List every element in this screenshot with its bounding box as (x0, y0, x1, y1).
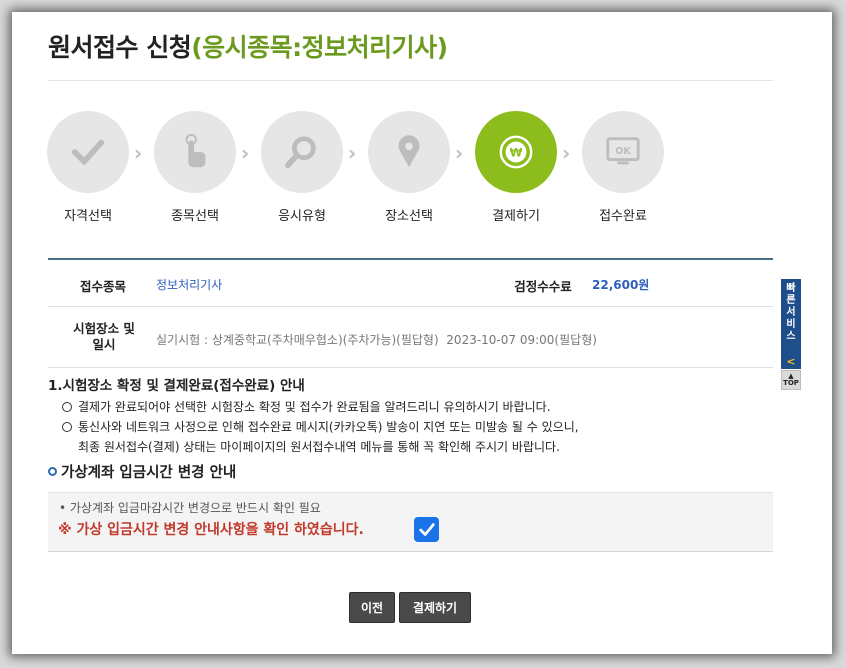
checkmark-icon (418, 522, 435, 536)
notice-heading: 1.시험장소 확정 및 결제완료(접수완료) 안내 (48, 378, 305, 394)
info-row-place: 시험장소 및 일시 실기시험 : 상계중학교(주차매우협소)(주차가능)(필답형… (48, 308, 773, 368)
quick-char: 비 (786, 319, 796, 330)
map-pin-icon (398, 135, 420, 168)
page-title: 원서접수 신청(응시종목:정보처리기사) (48, 28, 448, 64)
notice-item-1-text: 결제가 완료되어야 선택한 시험장소 확정 및 접수가 완료됨을 알려드리니 유… (78, 400, 551, 414)
quick-char: 른 (786, 295, 796, 306)
top-label: TOP (783, 379, 799, 387)
ok-monitor-icon: OK (606, 137, 640, 165)
place-value-text: 실기시험 : 상계중학교(주차매우협소)(주차가능)(필답형) (156, 333, 439, 347)
notice-item-2-continued: 최종 원서접수(결제) 상태는 마이페이지의 원서접수내역 메뉴를 통해 꼭 확… (78, 440, 560, 454)
bullet-dot-icon (48, 467, 57, 476)
notice-item-2: 통신사와 네트워크 사정으로 인해 접수완료 메시지(카카오톡) 발송이 지연 … (62, 418, 579, 435)
quick-char: 스 (786, 331, 796, 342)
page-title-subject: (응시종목:정보처리기사) (191, 33, 448, 62)
chevron-right-icon: › (134, 141, 143, 165)
hand-pointer-icon (185, 133, 206, 168)
magnifier-icon (284, 136, 316, 169)
step-circle (261, 111, 343, 193)
quick-char: 서 (786, 307, 796, 318)
svg-text:₩: ₩ (510, 145, 523, 159)
info-row-subject: 접수종목 정보처리기사 검정수수료 22,600원 (48, 260, 773, 307)
bullet-circle-icon (62, 422, 72, 432)
page-title-main: 원서접수 신청 (48, 33, 192, 62)
subject-value: 정보처리기사 (156, 278, 223, 292)
quick-char: 빠 (786, 283, 796, 294)
step-4: 장소선택 (367, 111, 451, 224)
exam-datetime: 2023-10-07 09:00(필답형) (446, 333, 597, 347)
notice-item-1: 결제가 완료되어야 선택한 시험장소 확정 및 접수가 완료됨을 알려드리니 유… (62, 398, 551, 415)
step-label: 종목선택 (171, 209, 219, 224)
dialog-frame: 원서접수 신청(응시종목:정보처리기사) 자격선택 › 종목선택 › 응시유형 … (12, 12, 832, 654)
virtual-account-note: • 가상계좌 입금마감시간 변경으로 반드시 확인 필요 (59, 501, 321, 515)
scroll-top-button[interactable]: ▲ TOP (781, 370, 801, 390)
chevron-right-icon: › (241, 141, 250, 165)
step-label: 결제하기 (492, 209, 540, 224)
fee-value: 22,600원 (592, 278, 650, 292)
step-circle-active: ₩ (475, 111, 557, 193)
step-5: ₩ 결제하기 (474, 111, 558, 224)
step-circle: OK (582, 111, 664, 193)
pay-button[interactable]: 결제하기 (399, 592, 471, 623)
step-label: 자격선택 (64, 209, 112, 224)
place-label: 시험장소 및 일시 (64, 321, 144, 353)
confirm-checkbox[interactable] (414, 517, 439, 542)
chevron-right-icon: › (348, 141, 357, 165)
won-coin-icon: ₩ (499, 135, 533, 169)
step-label: 접수완료 (599, 209, 647, 224)
step-6: OK 접수완료 (581, 111, 665, 224)
place-value: 실기시험 : 상계중학교(주차매우협소)(주차가능)(필답형) 2023-10-… (156, 331, 597, 348)
quick-service-toggle[interactable]: < (781, 353, 801, 369)
step-label: 장소선택 (385, 209, 433, 224)
check-icon (71, 139, 105, 166)
virtual-account-heading: 가상계좌 입금시간 변경 안내 (48, 461, 236, 482)
svg-text:OK: OK (615, 146, 631, 157)
virtual-account-box: • 가상계좌 입금마감시간 변경으로 반드시 확인 필요 ※ 가상 입금시간 변… (48, 492, 773, 552)
step-3: 응시유형 (260, 111, 344, 224)
title-divider (48, 80, 773, 81)
fee-label: 검정수수료 (514, 279, 572, 294)
prev-button[interactable]: 이전 (349, 592, 395, 623)
subject-label: 접수종목 (79, 279, 126, 294)
step-circle (154, 111, 236, 193)
place-label-line2: 일시 (92, 337, 116, 352)
bullet-circle-icon (62, 402, 72, 412)
chevron-right-icon: › (562, 141, 571, 165)
virtual-account-heading-text: 가상계좌 입금시간 변경 안내 (61, 465, 237, 481)
confirm-text: ※ 가상 입금시간 변경 안내사항을 확인 하였습니다. (58, 522, 364, 538)
step-circle (368, 111, 450, 193)
notice-item-2-text: 통신사와 네트워크 사정으로 인해 접수완료 메시지(카카오톡) 발송이 지연 … (78, 420, 579, 434)
step-1: 자격선택 (46, 111, 130, 224)
progress-steps: 자격선택 › 종목선택 › 응시유형 › 장소선택 › ₩ 결제하기 › OK … (46, 111, 686, 224)
chevron-right-icon: › (455, 141, 464, 165)
step-circle (47, 111, 129, 193)
step-2: 종목선택 (153, 111, 237, 224)
step-label: 응시유형 (278, 209, 326, 224)
place-label-line1: 시험장소 및 (73, 321, 135, 336)
